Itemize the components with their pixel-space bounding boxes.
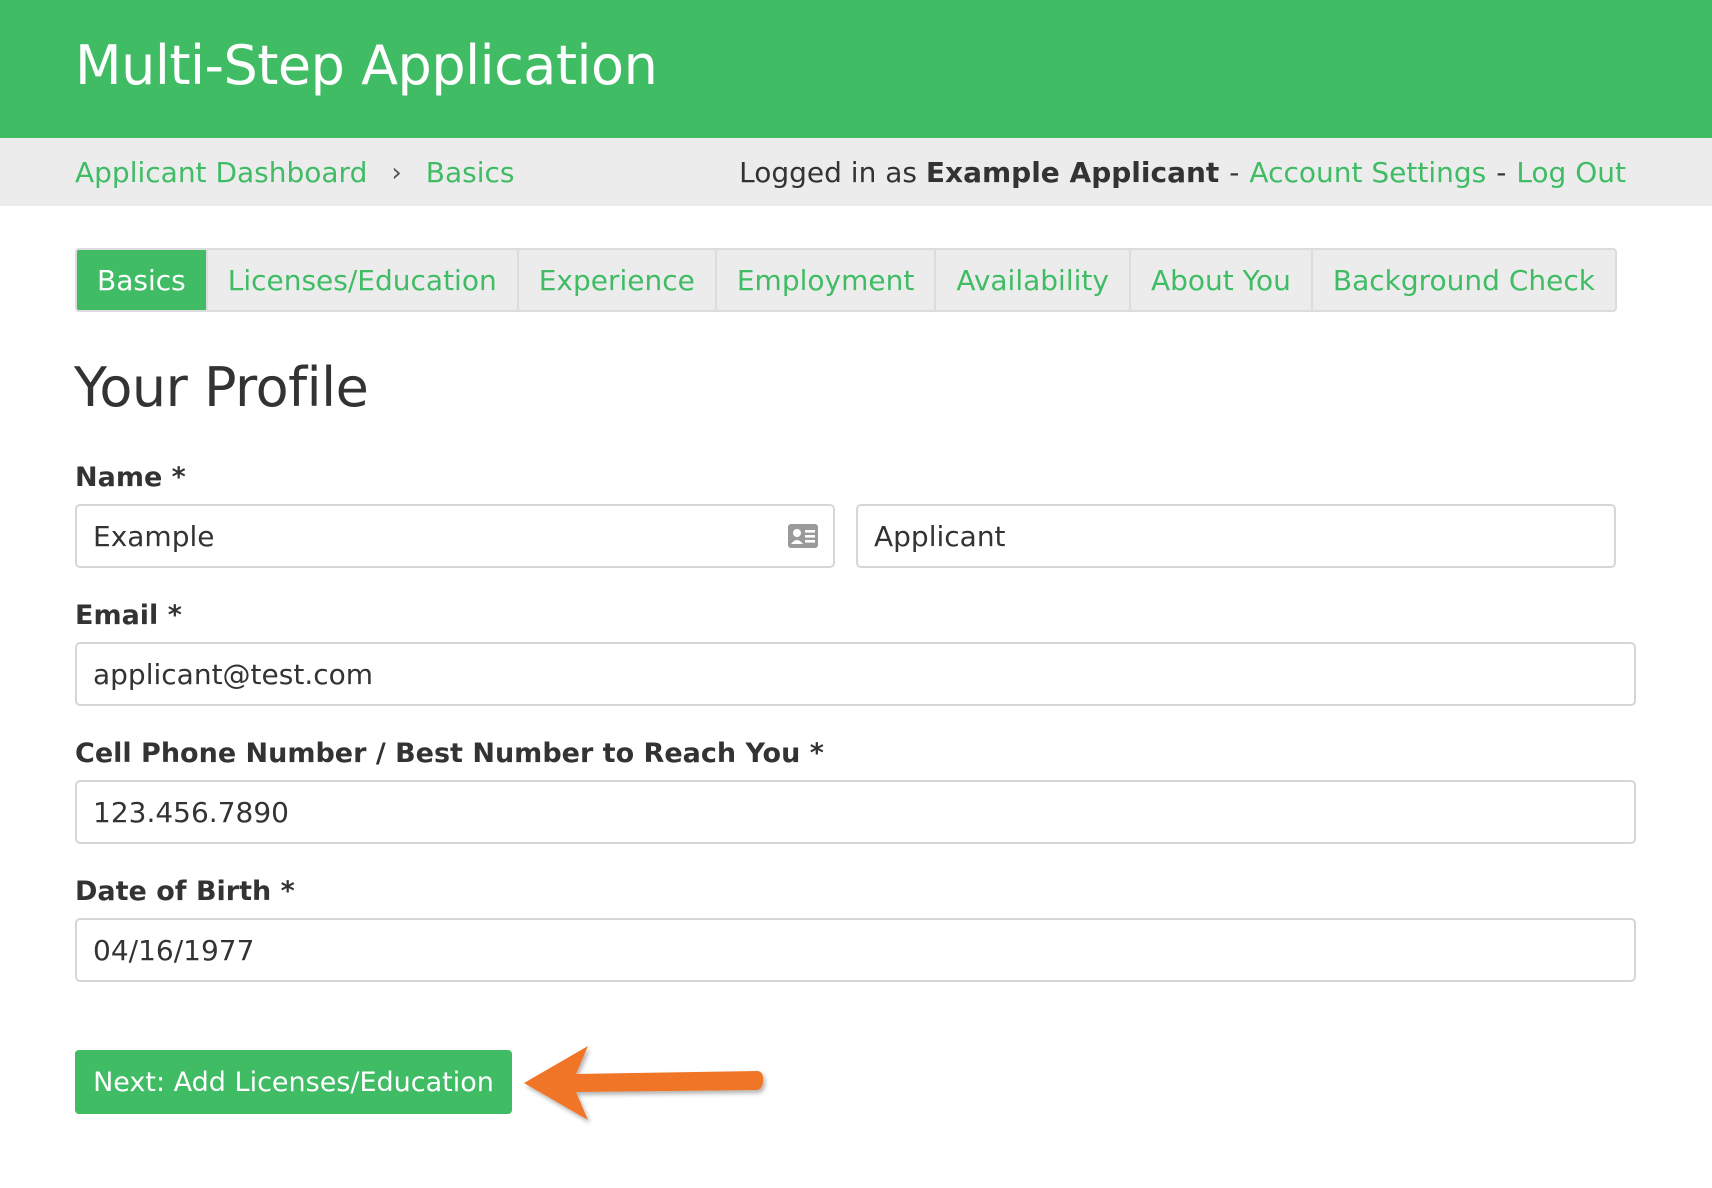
tab-experience[interactable]: Experience [519, 250, 717, 310]
last-name-input[interactable]: Applicant [856, 504, 1616, 568]
account-info: Logged in as Example Applicant - Account S… [739, 156, 1626, 189]
next-add-licenses-button[interactable]: Next: Add Licenses/Education [75, 1050, 512, 1114]
orange-arrow-icon [524, 1046, 764, 1120]
sub-navigation-bar: Applicant Dashboard › Basics Logged in a… [0, 138, 1712, 206]
email-input[interactable]: applicant@test.com [75, 642, 1636, 706]
chevron-right-icon: › [391, 157, 402, 188]
dob-value: 04/16/1977 [93, 933, 255, 967]
tab-background-check[interactable]: Background Check [1313, 250, 1615, 310]
dob-label: Date of Birth * [75, 876, 295, 907]
breadcrumb: Applicant Dashboard › Basics [75, 156, 514, 189]
tab-employment[interactable]: Employment [717, 250, 937, 310]
phone-input[interactable]: 123.456.7890 [75, 780, 1636, 844]
tab-licenses-education[interactable]: Licenses/Education [208, 250, 519, 310]
last-name-value: Applicant [874, 519, 1006, 553]
page-title: Your Profile [74, 356, 369, 419]
step-tabs: Basics Licenses/Education Experience Emp… [75, 248, 1617, 312]
tab-basics[interactable]: Basics [77, 250, 208, 310]
email-value: applicant@test.com [93, 657, 374, 691]
tab-availability[interactable]: Availability [936, 250, 1131, 310]
email-label: Email * [75, 600, 182, 631]
first-name-input[interactable]: Example [75, 504, 835, 568]
separator-dash: - [1229, 156, 1240, 189]
dob-input[interactable]: 04/16/1977 [75, 918, 1636, 982]
first-name-value: Example [93, 519, 215, 553]
contact-card-icon[interactable] [787, 522, 819, 550]
log-out-link[interactable]: Log Out [1516, 156, 1626, 189]
phone-label: Cell Phone Number / Best Number to Reach… [75, 738, 824, 769]
separator-dash: - [1496, 156, 1507, 189]
tab-about-you[interactable]: About You [1131, 250, 1313, 310]
app-title: Multi-Step Application [75, 34, 658, 97]
app-header: Multi-Step Application [0, 0, 1712, 138]
breadcrumb-dashboard-link[interactable]: Applicant Dashboard [75, 156, 367, 189]
logged-in-user: Example Applicant [925, 156, 1220, 189]
name-label: Name * [75, 462, 186, 493]
account-settings-link[interactable]: Account Settings [1249, 156, 1486, 189]
breadcrumb-current-link[interactable]: Basics [426, 156, 515, 189]
phone-value: 123.456.7890 [93, 795, 289, 829]
logged-in-label: Logged in as [739, 156, 917, 189]
